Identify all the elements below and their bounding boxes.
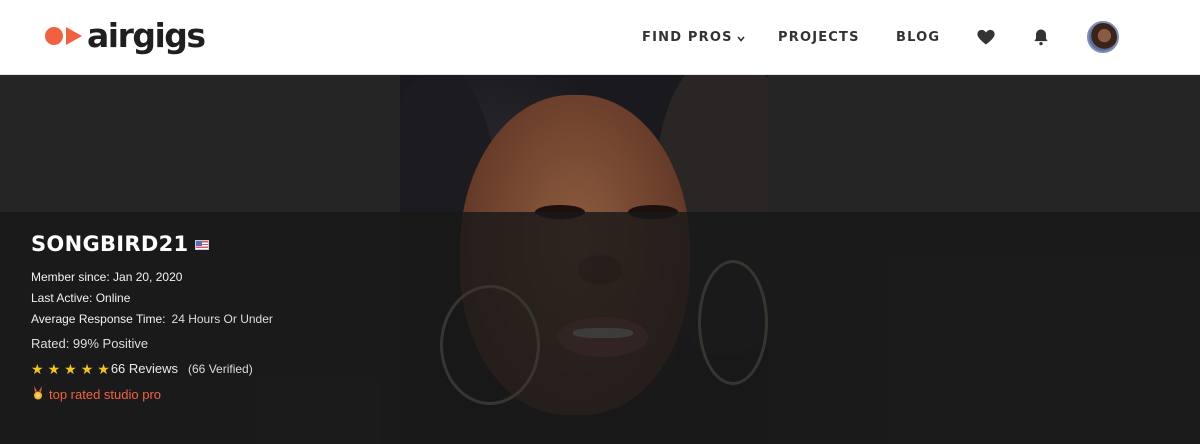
star-icon: ★ [97, 360, 110, 377]
star-icon: ★ [80, 360, 94, 377]
response-time: Average Response Time: 24 Hours Or Under [31, 312, 273, 326]
reviews-count[interactable]: 66 Reviews [111, 361, 178, 376]
nav-find-pros[interactable]: FIND PROS [642, 0, 745, 75]
medal-icon [31, 386, 45, 403]
nav-blog[interactable]: BLOG [896, 0, 940, 75]
top-rated-badge[interactable]: top rated studio pro [31, 386, 161, 403]
bell-icon[interactable] [1031, 27, 1051, 47]
profile-username-row: SONGBIRD21 [31, 231, 391, 257]
heart-icon[interactable] [976, 27, 996, 47]
response-time-value: 24 Hours Or Under [171, 312, 273, 326]
star-icon: ★ [31, 360, 44, 377]
airgigs-logo[interactable]: airgigs [44, 16, 206, 56]
star-icon: ★ [47, 360, 61, 377]
reviews-row: ★ ★ ★ ★ ★ 66 Reviews (66 Verified) [31, 361, 253, 376]
us-flag-icon [195, 240, 210, 250]
star-icon: ★ [64, 360, 77, 377]
profile-hero [0, 75, 1200, 444]
chevron-down-icon [737, 29, 745, 47]
last-active: Last Active: Online [31, 291, 131, 305]
badge-label: top rated studio pro [49, 387, 162, 402]
response-time-label: Average Response Time: [31, 312, 166, 326]
nav-blog-label: BLOG [896, 30, 941, 45]
logo-mark-icon [44, 24, 84, 48]
user-avatar[interactable] [1087, 21, 1119, 53]
nav-find-pros-label: FIND PROS [642, 30, 733, 45]
site-header: airgigs FIND PROS PROJECTS BLOG [0, 0, 1200, 75]
rating-percent: Rated: 99% Positive [31, 336, 149, 351]
nav-projects[interactable]: PROJECTS [778, 0, 860, 75]
member-since: Member since: Jan 20, 2020 [31, 270, 183, 284]
logo-text: airgigs [87, 16, 206, 55]
profile-info: SONGBIRD21 Member since: Jan 20, 2020 La… [31, 231, 391, 402]
profile-username: SONGBIRD21 [31, 232, 189, 256]
nav-projects-label: PROJECTS [778, 30, 860, 45]
verified-count: (66 Verified) [188, 361, 253, 376]
